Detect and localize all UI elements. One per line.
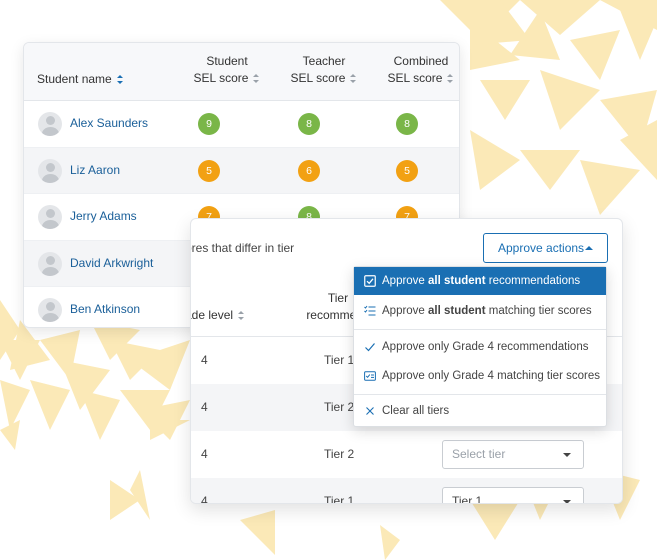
avatar: [38, 298, 62, 322]
combined-score-badge: 5: [396, 159, 418, 182]
avatar: [38, 158, 62, 183]
avatar: [38, 251, 62, 276]
tier-select[interactable]: Select tier: [442, 440, 584, 469]
student-name-link[interactable]: Liz Aaron: [70, 163, 120, 177]
menu-divider: [354, 394, 606, 395]
table-row: 4 Tier 1 Tier 1: [191, 478, 622, 504]
menu-item-clear-all-tiers[interactable]: Clear all tiers: [354, 397, 606, 425]
teacher-score-badge: 8: [298, 113, 320, 135]
tier-cell: Tier 1: [324, 353, 355, 367]
grade-cell: 4: [201, 447, 208, 461]
approve-actions-menu: Approve all student recommendations Appr…: [353, 266, 607, 427]
sort-icon: [350, 74, 357, 84]
teacher-score-badge: 6: [298, 159, 320, 182]
student-name-link[interactable]: Ben Atkinson: [70, 302, 140, 316]
column-header-student-name[interactable]: Student name: [37, 71, 124, 88]
table-row: 4 Tier 2 Select tier: [191, 431, 622, 478]
grade-cell: 4: [201, 494, 208, 504]
chevron-down-icon: [563, 453, 571, 457]
menu-item-approve-grade4-recommendations[interactable]: Approve only Grade 4 recommendations: [354, 333, 606, 361]
menu-item-approve-all-matching[interactable]: Approve all student matching tier scores: [354, 297, 606, 325]
sort-icon: [447, 74, 454, 84]
student-name-link[interactable]: David Arkwright: [70, 256, 153, 270]
combined-score-badge: 8: [396, 113, 418, 135]
tier-select[interactable]: Tier 1: [442, 487, 584, 503]
table-row: Alex Saunders 9 8 8: [24, 101, 459, 148]
student-score-badge: 5: [198, 159, 220, 182]
tier-cell: Tier 1: [324, 494, 355, 504]
avatar: [38, 205, 62, 229]
column-header-grade-level[interactable]: ade level: [191, 307, 245, 324]
chevron-up-icon: [585, 246, 593, 250]
column-header-student-sel[interactable]: Student SEL score: [182, 53, 272, 87]
menu-item-approve-all-recommendations[interactable]: Approve all student recommendations: [354, 267, 606, 295]
grade-cell: 4: [201, 353, 208, 367]
sort-icon: [238, 311, 245, 321]
close-icon: [366, 407, 374, 415]
sort-icon: [253, 74, 260, 84]
avatar: [38, 112, 62, 136]
approve-actions-button[interactable]: Approve actions: [483, 233, 608, 263]
check-icon: [365, 343, 375, 352]
column-header-combined-sel[interactable]: Combined SEL score: [376, 53, 459, 87]
column-header-teacher-sel[interactable]: Teacher SEL score: [279, 53, 369, 87]
grade-cell: 4: [201, 400, 208, 414]
checkbox-check-icon: [364, 275, 376, 287]
tier-cell: Tier 2: [324, 400, 355, 414]
table-header: Student name Student SEL score Teacher S…: [24, 43, 459, 101]
menu-item-approve-grade4-matching[interactable]: Approve only Grade 4 matching tier score…: [354, 362, 606, 390]
student-score-badge: 9: [198, 113, 220, 135]
table-row: Liz Aaron 5 6 5: [24, 147, 459, 194]
tier-cell: Tier 2: [324, 447, 355, 461]
sort-ascending-icon: [116, 75, 124, 85]
filter-description: ores that differ in tier: [190, 241, 295, 255]
student-name-link[interactable]: Alex Saunders: [70, 116, 148, 130]
checklist-icon: [364, 305, 376, 316]
chevron-down-icon: [563, 500, 571, 503]
menu-divider: [354, 329, 606, 330]
student-name-link[interactable]: Jerry Adams: [70, 209, 137, 223]
id-card-icon: [364, 371, 376, 381]
